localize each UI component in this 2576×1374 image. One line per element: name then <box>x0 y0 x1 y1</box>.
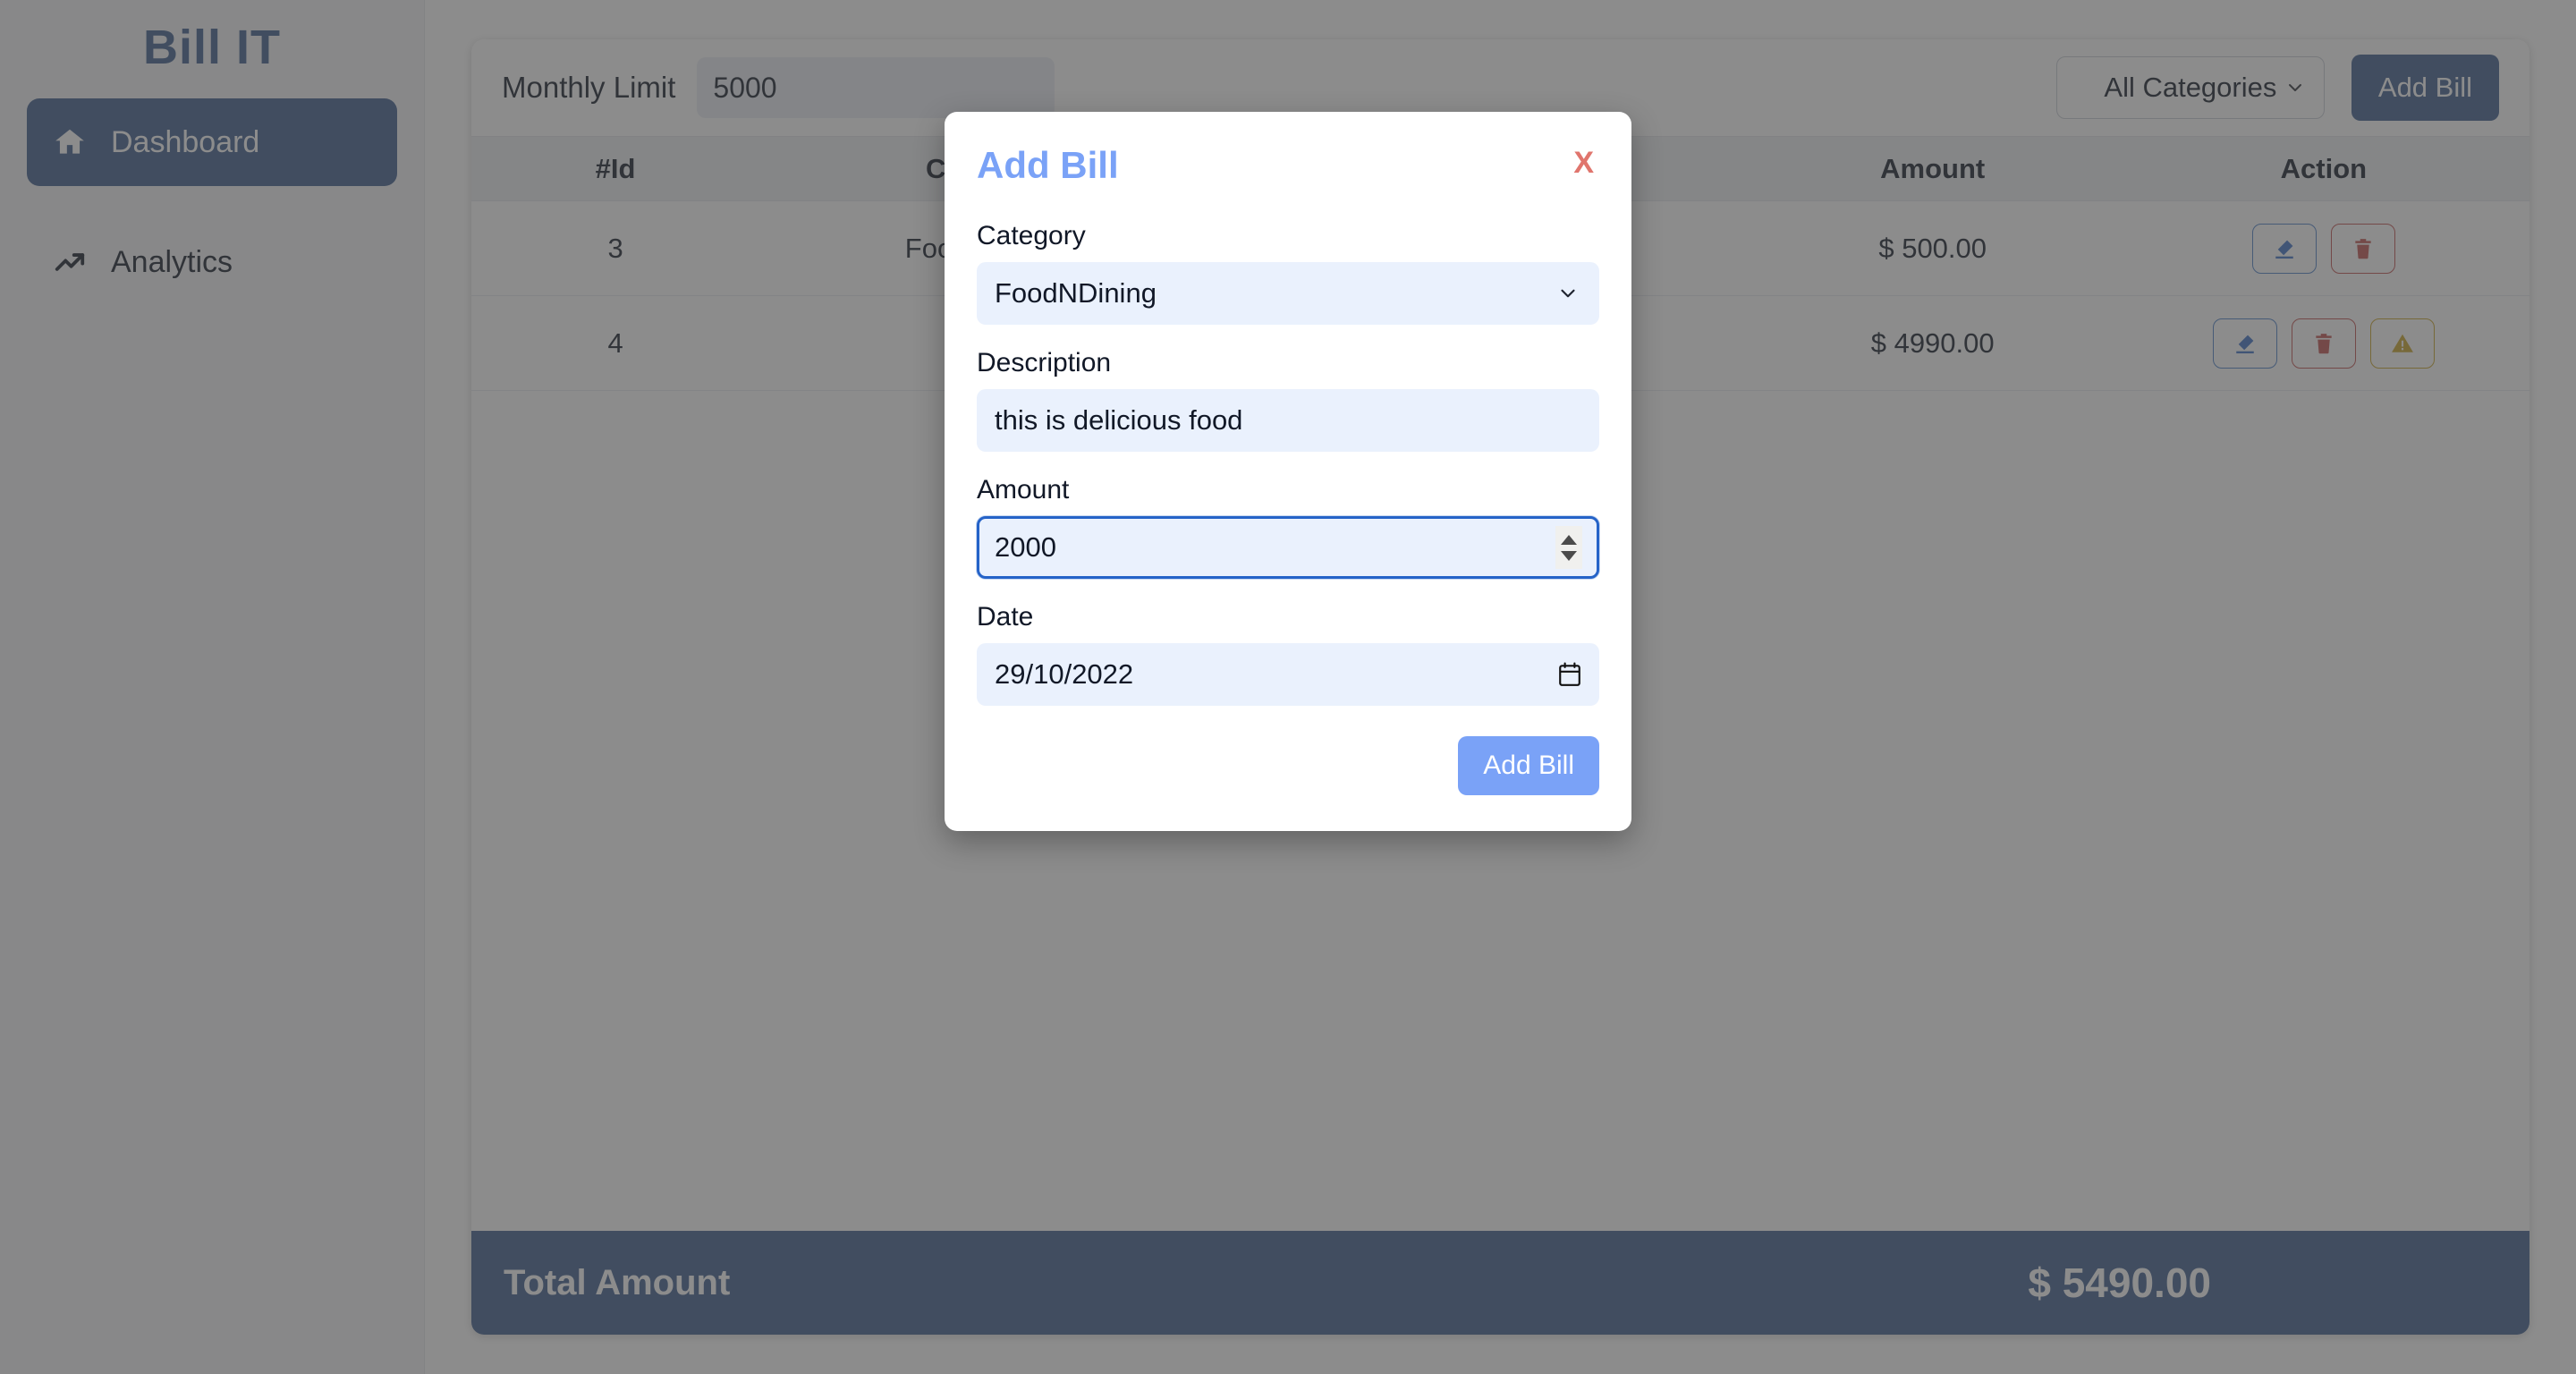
amount-label: Amount <box>977 475 1599 505</box>
category-select-value: FoodNDining <box>995 277 1157 310</box>
chevron-down-icon <box>1556 282 1580 305</box>
field-description: Description <box>977 348 1599 452</box>
date-label: Date <box>977 602 1599 632</box>
field-category: Category FoodNDining <box>977 221 1599 325</box>
field-amount: Amount 2000 <box>977 475 1599 579</box>
modal-footer: Add Bill <box>977 736 1599 795</box>
category-select[interactable]: FoodNDining <box>977 262 1599 325</box>
add-bill-modal: Add Bill X Category FoodNDining Descript… <box>945 112 1631 831</box>
modal-submit-button[interactable]: Add Bill <box>1458 736 1599 795</box>
modal-title: Add Bill <box>977 144 1119 187</box>
stepper-up-icon[interactable] <box>1561 535 1577 545</box>
calendar-icon[interactable] <box>1558 662 1581 687</box>
close-icon[interactable]: X <box>1568 144 1599 182</box>
category-label: Category <box>977 221 1599 251</box>
amount-input-value: 2000 <box>995 531 1056 564</box>
description-input[interactable] <box>977 389 1599 452</box>
modal-header: Add Bill X <box>977 144 1599 187</box>
date-input[interactable]: 29/10/2022 <box>977 643 1599 706</box>
field-date: Date 29/10/2022 <box>977 602 1599 706</box>
stepper-down-icon[interactable] <box>1561 551 1577 561</box>
description-label: Description <box>977 348 1599 378</box>
number-stepper[interactable] <box>1555 526 1582 569</box>
amount-input-wrapper[interactable]: 2000 <box>977 516 1599 579</box>
date-input-value: 29/10/2022 <box>995 658 1133 691</box>
